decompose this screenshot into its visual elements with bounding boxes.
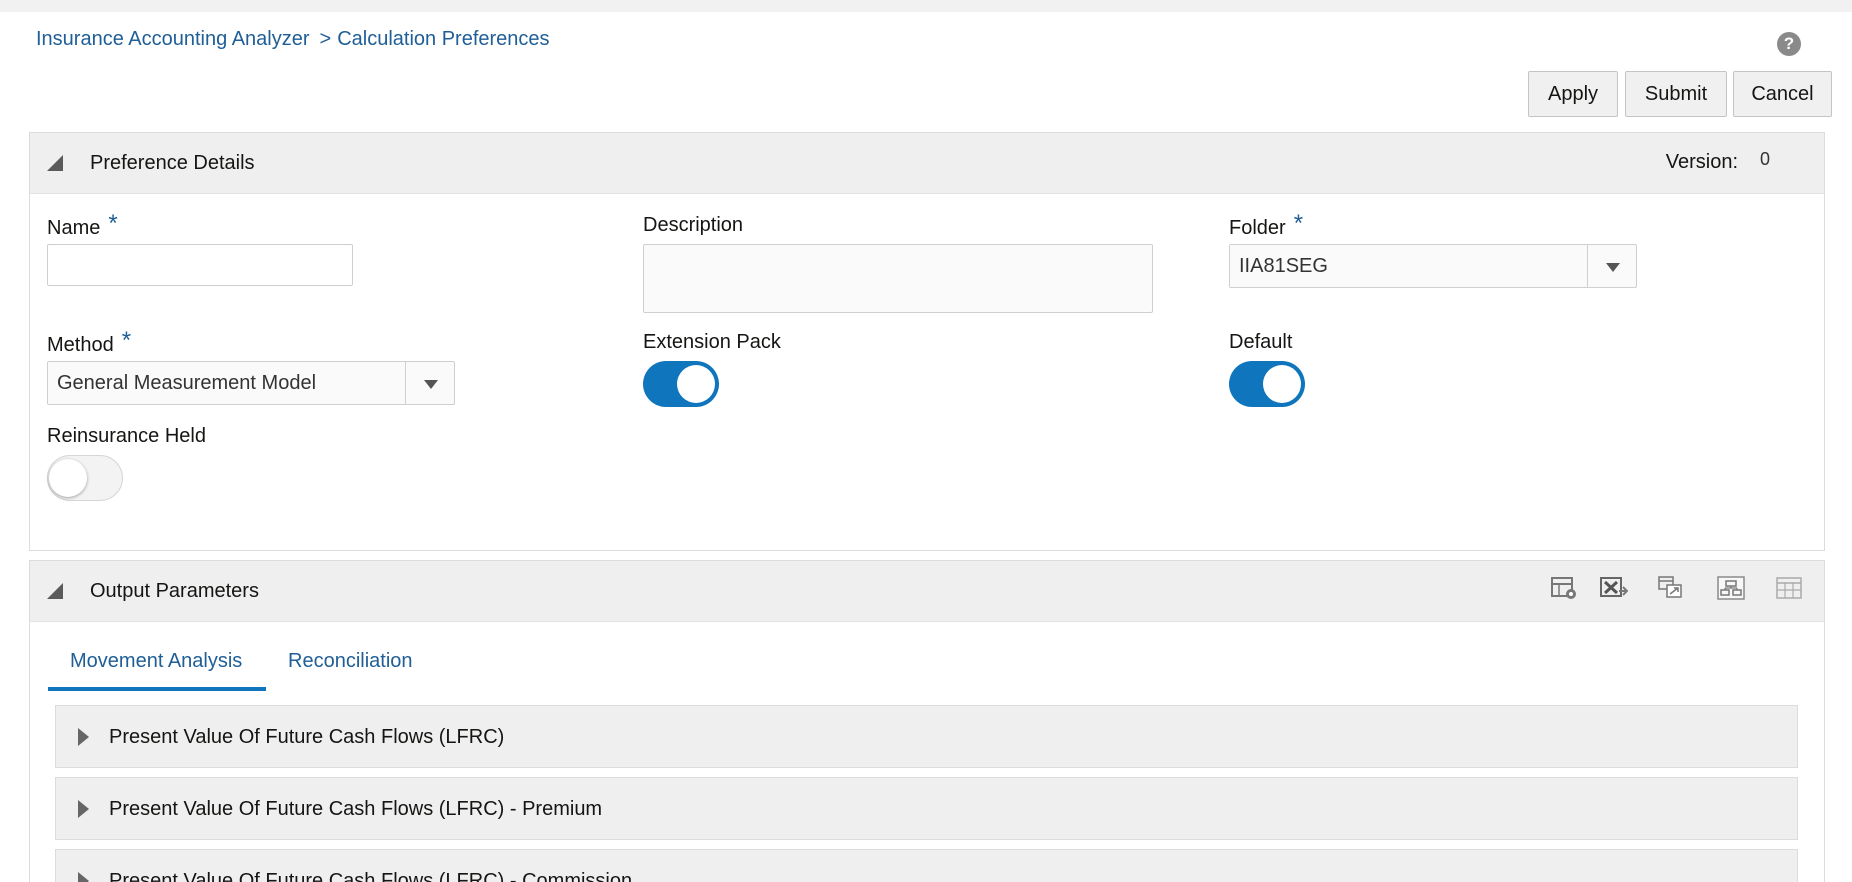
- preference-details-panel: Preference Details Version: 0 Name * Desc…: [29, 132, 1825, 551]
- accordion-label: Present Value Of Future Cash Flows (LFRC…: [109, 870, 633, 882]
- folder-label: Folder *: [1229, 210, 1304, 241]
- breadcrumb-root-link[interactable]: Insurance Accounting Analyzer: [36, 28, 310, 50]
- folder-select[interactable]: IIA81SEG: [1229, 244, 1637, 288]
- description-label: Description: [643, 214, 744, 236]
- tab-movement-analysis[interactable]: Movement Analysis: [48, 641, 266, 691]
- caret-right-icon: [78, 872, 89, 882]
- name-input[interactable]: [47, 244, 353, 286]
- required-mark: *: [108, 210, 118, 237]
- output-parameters-panel: Output Parameters Movement Analysis Reco…: [29, 560, 1825, 882]
- output-parameters-title: Output Parameters: [90, 580, 259, 602]
- name-label-text: Name: [47, 217, 101, 239]
- caret-right-icon: [78, 800, 89, 818]
- submit-button[interactable]: Submit: [1625, 71, 1727, 117]
- accordion-label: Present Value Of Future Cash Flows (LFRC…: [109, 798, 603, 820]
- preference-details-title: Preference Details: [90, 152, 255, 174]
- extension-pack-label: Extension Pack: [643, 331, 781, 353]
- chevron-down-icon[interactable]: [1588, 245, 1636, 287]
- breadcrumb-current[interactable]: Calculation Preferences: [337, 28, 549, 50]
- description-textarea[interactable]: [643, 244, 1153, 313]
- folder-label-text: Folder: [1229, 217, 1286, 239]
- default-toggle[interactable]: [1229, 361, 1305, 407]
- folder-select-value: IIA81SEG: [1230, 245, 1588, 287]
- output-parameters-header: Output Parameters: [30, 561, 1824, 622]
- version-value: 0: [1759, 149, 1770, 169]
- reinsurance-held-label: Reinsurance Held: [47, 425, 206, 447]
- delete-table-icon[interactable]: [1776, 575, 1804, 601]
- breadcrumb: Insurance Accounting Analyzer > Calculatio…: [36, 28, 550, 51]
- cancel-button[interactable]: Cancel: [1733, 71, 1832, 117]
- toggle-knob: [677, 365, 715, 403]
- required-mark: *: [1293, 210, 1304, 237]
- calculation-preferences-page: Insurance Accounting Analyzer > Calculatio…: [0, 12, 1852, 882]
- method-select-value: General Measurement Model: [48, 362, 406, 404]
- method-select[interactable]: General Measurement Model: [47, 361, 455, 405]
- accordion-row-pv-lfrc[interactable]: Present Value Of Future Cash Flows (LFRC…: [55, 705, 1798, 768]
- help-icon[interactable]: ?: [1777, 32, 1801, 56]
- required-mark: *: [121, 327, 132, 354]
- caret-right-icon: [78, 728, 89, 746]
- collapse-triangle-icon[interactable]: [47, 583, 63, 599]
- expand-table-icon[interactable]: [1717, 575, 1745, 601]
- method-label: Method *: [47, 327, 132, 358]
- apply-button[interactable]: Apply: [1528, 71, 1618, 117]
- accordion-row-pv-lfrc-premium[interactable]: Present Value Of Future Cash Flows (LFRC…: [55, 777, 1798, 840]
- export-excel-icon[interactable]: [1600, 575, 1628, 601]
- collapse-triangle-icon[interactable]: [47, 155, 63, 171]
- toggle-knob: [1263, 365, 1301, 403]
- preference-details-header: Preference Details Version: 0: [30, 133, 1824, 194]
- default-label: Default: [1229, 331, 1293, 353]
- accordion-label: Present Value Of Future Cash Flows (LFRC…: [109, 726, 505, 748]
- accordion-row-pv-lfrc-commission[interactable]: Present Value Of Future Cash Flows (LFRC…: [55, 849, 1798, 882]
- version-label: Version:: [1665, 151, 1738, 173]
- detach-table-icon[interactable]: [1658, 575, 1686, 601]
- chevron-down-icon[interactable]: [406, 362, 454, 404]
- toggle-knob: [49, 459, 87, 497]
- extension-pack-toggle[interactable]: [643, 361, 719, 407]
- breadcrumb-separator: >: [319, 28, 332, 50]
- settings-grid-icon[interactable]: [1551, 575, 1579, 601]
- method-label-text: Method: [47, 334, 114, 356]
- tab-reconciliation[interactable]: Reconciliation: [266, 641, 436, 691]
- name-label: Name *: [47, 210, 118, 241]
- reinsurance-held-toggle[interactable]: [47, 455, 123, 501]
